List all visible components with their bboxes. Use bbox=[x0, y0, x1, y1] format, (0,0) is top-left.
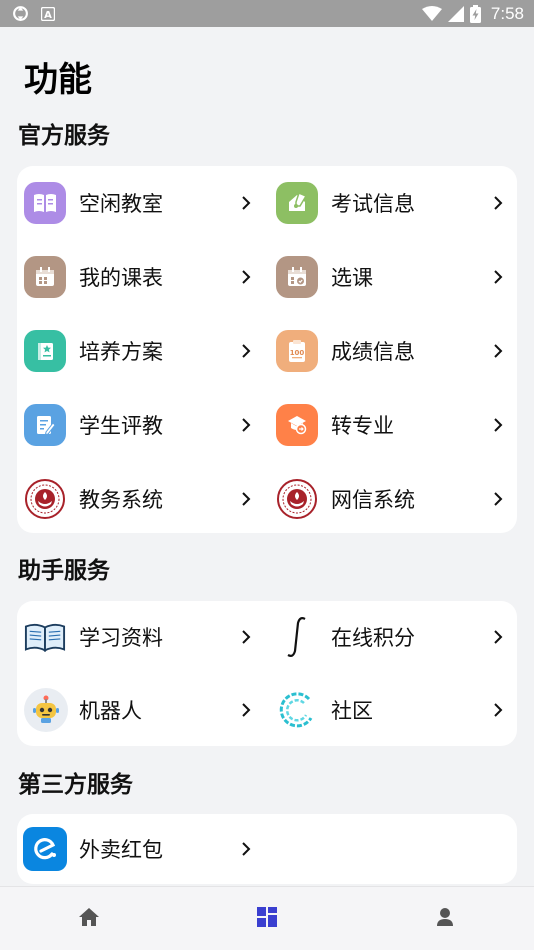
chevron-right-icon bbox=[241, 629, 251, 645]
svg-text:100: 100 bbox=[290, 349, 305, 357]
service-item-label: 机器人 bbox=[79, 699, 142, 723]
chevron-right-icon bbox=[241, 417, 251, 433]
evaluation-icon bbox=[24, 404, 66, 446]
chevron-right-icon bbox=[493, 269, 503, 285]
community-ring-icon bbox=[276, 689, 318, 731]
svg-text:A: A bbox=[44, 10, 52, 21]
service-item-online-integral[interactable]: 在线积分 bbox=[269, 601, 519, 673]
service-item-label: 社区 bbox=[331, 699, 373, 723]
service-item-label: 网信系统 bbox=[331, 488, 415, 512]
service-item-takeout-coupon[interactable]: 外卖红包 bbox=[17, 814, 267, 884]
service-item-my-timetable[interactable]: 我的课表 bbox=[17, 240, 267, 314]
chevron-right-icon bbox=[493, 195, 503, 211]
service-item-student-evaluation[interactable]: 学生评教 bbox=[17, 388, 267, 462]
service-item-community[interactable]: 社区 bbox=[269, 674, 519, 746]
clock: 7:58 bbox=[490, 3, 524, 23]
home-icon bbox=[78, 907, 100, 931]
service-item-change-major[interactable]: 转专业 bbox=[269, 388, 519, 462]
chevron-right-icon bbox=[241, 195, 251, 211]
exam-pen-icon bbox=[276, 182, 318, 224]
nav-functions-button[interactable] bbox=[178, 887, 356, 950]
chevron-right-icon bbox=[493, 702, 503, 718]
service-item-network-system[interactable]: 网信系统 bbox=[269, 462, 519, 536]
transfer-icon bbox=[276, 404, 318, 446]
a-notification-icon: A bbox=[41, 6, 55, 21]
page-title: 功能 bbox=[24, 60, 92, 100]
integral-icon bbox=[276, 616, 318, 658]
service-item-academic-system[interactable]: 教务系统 bbox=[17, 462, 267, 536]
wifi-icon bbox=[421, 5, 442, 22]
book-icon bbox=[24, 182, 66, 224]
assistant-services-card: 学习资料 在线积分 机器人 社区 bbox=[17, 601, 517, 746]
service-item-label: 转专业 bbox=[331, 414, 394, 438]
chevron-right-icon bbox=[241, 491, 251, 507]
nav-profile-button[interactable] bbox=[356, 887, 534, 950]
service-item-label: 考试信息 bbox=[331, 192, 415, 216]
plan-book-icon bbox=[24, 330, 66, 372]
service-item-score-info[interactable]: 100 成绩信息 bbox=[269, 314, 519, 388]
chevron-right-icon bbox=[241, 343, 251, 359]
status-bar: A 7:58 bbox=[0, 0, 534, 27]
grid-icon bbox=[256, 906, 278, 932]
service-item-label: 选课 bbox=[331, 266, 373, 290]
service-item-label: 学习资料 bbox=[79, 626, 163, 650]
service-item-label: 教务系统 bbox=[79, 488, 163, 512]
service-item-free-classroom[interactable]: 空闲教室 bbox=[17, 166, 267, 240]
sync-icon bbox=[12, 5, 29, 22]
calendar-select-icon bbox=[276, 256, 318, 298]
service-item-robot[interactable]: 机器人 bbox=[17, 674, 267, 746]
chevron-right-icon bbox=[241, 702, 251, 718]
service-item-course-selection[interactable]: 选课 bbox=[269, 240, 519, 314]
service-item-label: 成绩信息 bbox=[331, 340, 415, 364]
service-item-training-plan[interactable]: 培养方案 bbox=[17, 314, 267, 388]
service-item-exam-info[interactable]: 考试信息 bbox=[269, 166, 519, 240]
bottom-navigation bbox=[0, 886, 534, 950]
score-clipboard-icon: 100 bbox=[276, 330, 318, 372]
service-item-label: 在线积分 bbox=[331, 626, 415, 650]
third-party-services-card: 外卖红包 bbox=[17, 814, 517, 884]
section-title-official: 官方服务 bbox=[18, 123, 110, 149]
chevron-right-icon bbox=[241, 269, 251, 285]
service-item-label: 我的课表 bbox=[79, 266, 163, 290]
nav-home-button[interactable] bbox=[0, 887, 178, 950]
battery-charging-icon bbox=[469, 4, 481, 23]
open-book-icon bbox=[24, 616, 66, 658]
service-item-label: 外卖红包 bbox=[79, 838, 163, 862]
chevron-right-icon bbox=[493, 343, 503, 359]
calendar-icon bbox=[24, 256, 66, 298]
service-item-study-materials[interactable]: 学习资料 bbox=[17, 601, 267, 673]
university-seal-icon bbox=[276, 478, 318, 520]
robot-icon bbox=[24, 688, 68, 732]
section-title-assistant: 助手服务 bbox=[18, 558, 110, 584]
service-item-label: 空闲教室 bbox=[79, 192, 163, 216]
eleme-icon bbox=[23, 827, 67, 871]
cellular-signal-icon bbox=[447, 5, 464, 22]
chevron-right-icon bbox=[493, 491, 503, 507]
official-services-card: 空闲教室 考试信息 我的课表 选课 培养方案 100 成绩信息 学生评教 转专业… bbox=[17, 166, 517, 533]
chevron-right-icon bbox=[241, 841, 251, 857]
service-item-label: 培养方案 bbox=[79, 340, 163, 364]
user-icon bbox=[436, 907, 454, 931]
service-item-label: 学生评教 bbox=[79, 414, 163, 438]
section-title-third-party: 第三方服务 bbox=[18, 772, 133, 798]
chevron-right-icon bbox=[493, 417, 503, 433]
chevron-right-icon bbox=[493, 629, 503, 645]
university-seal-icon bbox=[24, 478, 66, 520]
